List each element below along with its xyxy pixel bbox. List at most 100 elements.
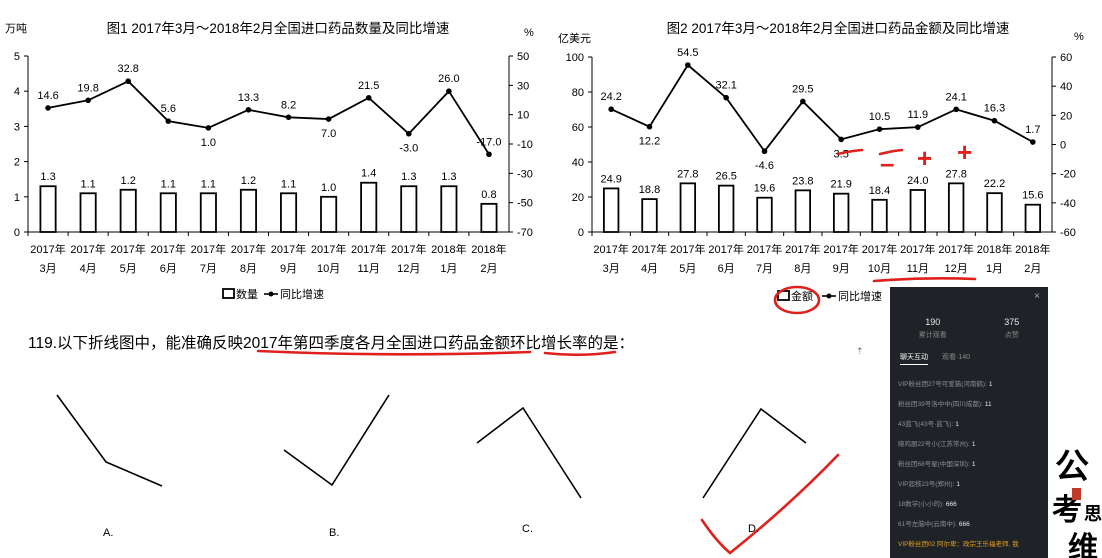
- question-highlight-2: 环比增长率: [510, 334, 588, 352]
- live-chat-panel: × 190 累计观看 375 点赞 聊天互动 观看·140 VIP粉丝团27号可…: [890, 287, 1048, 558]
- growth-value-label: 19.8: [77, 82, 98, 94]
- left-tick-label: 0: [578, 227, 584, 239]
- bar: [440, 185, 458, 233]
- logo-seal: [1072, 488, 1081, 500]
- left-tick-label: 20: [572, 192, 584, 204]
- x-tick-year-label: 2017年: [862, 242, 897, 256]
- growth-point: [285, 114, 292, 121]
- option-c[interactable]: C.: [476, 406, 582, 535]
- right-tick-label: 50: [517, 51, 529, 63]
- question-highlight-1: 2017年第四季度各月全国进口药品金额: [243, 334, 510, 352]
- x-tick-year-label: 2018年: [431, 242, 466, 256]
- chat-message-text: 43蓝飞(43号·蓝飞):: [898, 421, 954, 428]
- chat-message-value: 11: [984, 401, 992, 408]
- x-tick-month-label: 4月: [641, 263, 658, 275]
- bar: [1024, 203, 1042, 233]
- bar-value-label: 27.8: [945, 168, 966, 180]
- x-tick-year-label: 2017年: [938, 242, 973, 256]
- x-tick-month-label: 8月: [240, 263, 257, 275]
- chart-1-left-unit: 万吨: [5, 22, 27, 35]
- logo-char-4: 维: [1068, 532, 1098, 558]
- annotation-underline-q4-months: [872, 277, 977, 283]
- chat-message-value: 666: [945, 501, 957, 508]
- option-d-polyline: [702, 407, 807, 499]
- x-tick-month-label: 12月: [397, 263, 420, 275]
- chat-message: 粉丝团68号星(中国深圳): 1: [898, 453, 1040, 473]
- x-tick-month-label: 6月: [718, 263, 735, 275]
- bar-value-label: 1.3: [40, 171, 55, 183]
- logo-char-1: 公: [1055, 448, 1089, 486]
- option-d-label: D.: [748, 523, 759, 535]
- stat-views-label: 累计观看: [918, 332, 947, 339]
- option-b-polyline: [283, 394, 390, 487]
- legend-line-label: 同比增速: [280, 287, 324, 301]
- chat-message-list[interactable]: VIP粉丝团27号可爱猫(河南鹤): 1 粉丝团39号洛中中(四川成都): 11 43蓝…: [890, 369, 1048, 557]
- growth-value-label: 24.2: [600, 91, 621, 103]
- stat-views-number: 190: [925, 317, 941, 327]
- x-tick-year-label: 2017年: [593, 242, 628, 256]
- bar-value-label: 26.5: [715, 171, 736, 183]
- question-suffix: 的是：: [588, 334, 635, 352]
- x-tick-month-label: 5月: [120, 263, 137, 275]
- bar: [871, 198, 888, 233]
- chat-stats: 190 累计观看 375 点赞: [890, 287, 1048, 340]
- bar: [947, 182, 965, 233]
- x-tick-month-label: 7月: [756, 263, 773, 275]
- x-tick-year-label: 2017年: [151, 242, 186, 256]
- logo-char-3: 思: [1084, 504, 1102, 524]
- bar-value-label: 22.2: [984, 178, 1005, 190]
- growth-value-label: 24.1: [945, 91, 966, 103]
- x-tick-year-label: 2017年: [391, 242, 426, 256]
- right-tick-label: 20: [1060, 110, 1072, 122]
- option-b[interactable]: B.: [283, 394, 390, 539]
- growth-point: [953, 106, 959, 113]
- chart-1-legend: 数量 同比增速: [222, 287, 324, 301]
- option-d[interactable]: D.: [702, 407, 807, 535]
- tab-viewers[interactable]: 观看·140: [942, 352, 970, 365]
- x-tick-year-label: 2017年: [708, 242, 743, 256]
- growth-point: [1030, 139, 1036, 145]
- x-tick-year-label: 2018年: [471, 242, 506, 256]
- x-tick-year-label: 2018年: [1015, 242, 1050, 256]
- bar: [280, 192, 298, 233]
- bar-value-label: 18.8: [639, 184, 660, 196]
- chat-message-text: 粉丝团39号洛中中(四川成都):: [898, 401, 983, 408]
- option-c-polyline: [476, 406, 582, 499]
- right-tick-label: 30: [517, 80, 529, 92]
- x-tick-month-label: 11月: [357, 263, 379, 275]
- bar: [717, 184, 735, 233]
- x-tick-month-label: 3月: [603, 263, 620, 275]
- x-tick-month-label: 7月: [200, 263, 217, 275]
- growth-value-label: 16.3: [984, 103, 1005, 115]
- legend-bar-label: 数量: [236, 288, 258, 301]
- chat-message-text: 61号左脑中(云南中):: [898, 521, 957, 528]
- chat-message-text: 18数学(小小的):: [898, 501, 944, 508]
- chat-message-text: VIP超核23号(郑州):: [898, 481, 955, 488]
- bar-value-label: 1.4: [361, 168, 376, 180]
- chat-message: VIP粉丝团27号可爱猫(河南鹤): 1: [898, 373, 1040, 393]
- growth-value-label: 5.6: [161, 103, 176, 115]
- annotation-checkmark-d: [700, 453, 840, 555]
- chart-2-amount: 图2 2017年3月～2018年2月全国进口药品金额及同比增速 亿美元 % 02…: [558, 20, 1084, 303]
- tab-chat[interactable]: 聊天互动: [900, 352, 928, 365]
- option-c-label: C.: [522, 523, 533, 535]
- chat-message-value: 1: [956, 481, 960, 488]
- right-tick-label: -40: [1060, 198, 1076, 210]
- question-prefix: 119.以下折线图中，能准确反映: [28, 334, 244, 352]
- x-tick-year-label: 2017年: [351, 242, 386, 256]
- right-tick-label: -50: [517, 198, 533, 210]
- option-a[interactable]: A.: [56, 394, 163, 539]
- left-tick-label: 80: [572, 87, 584, 99]
- chart-1-title: 图1 2017年3月～2018年2月全国进口药品数量及同比增速: [107, 20, 450, 36]
- x-tick-month-label: 2月: [1024, 263, 1041, 275]
- growth-point: [325, 116, 332, 122]
- growth-point: [125, 78, 132, 85]
- bar: [679, 182, 697, 233]
- chat-message-text: 粉丝团68号星(中国深圳):: [898, 461, 970, 468]
- left-tick-label: 100: [566, 52, 584, 64]
- right-tick-label: -70: [517, 227, 533, 239]
- right-tick-label: -20: [1060, 169, 1076, 181]
- bar-value-label: 19.6: [754, 183, 775, 195]
- bar-value-label: 27.8: [677, 168, 698, 180]
- close-icon[interactable]: ×: [1034, 291, 1040, 302]
